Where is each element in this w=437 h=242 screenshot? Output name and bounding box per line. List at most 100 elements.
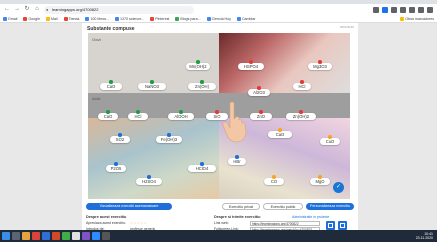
forward-icon[interactable]: → bbox=[14, 4, 20, 15]
formula-card[interactable]: HCl bbox=[293, 80, 311, 90]
other-bookmarks[interactable]: Otros marcadores bbox=[400, 16, 434, 21]
google-icon bbox=[23, 16, 28, 21]
formula-card[interactable]: Zn(OH) bbox=[188, 80, 216, 90]
formula-card[interactable]: CuO bbox=[320, 135, 340, 145]
zone-label: Oxizi bbox=[92, 37, 101, 42]
search-icon[interactable] bbox=[12, 232, 20, 240]
bookmark[interactable]: 1370 science... bbox=[115, 16, 144, 21]
pin-icon bbox=[150, 80, 154, 84]
bookmark[interactable]: 100 libros... bbox=[85, 16, 109, 21]
start-icon[interactable] bbox=[2, 232, 10, 240]
public-exercise-button[interactable]: Exercitiu public bbox=[263, 203, 303, 210]
formula-card[interactable]: P2O5 bbox=[106, 162, 126, 172]
formula-card[interactable]: Mn(OH)2 bbox=[186, 60, 210, 70]
bookmark[interactable]: Tienda bbox=[63, 16, 79, 21]
powerpoint-icon[interactable] bbox=[52, 232, 60, 240]
formula-label: Zn(OH)2 bbox=[292, 114, 310, 119]
menu-icon[interactable] bbox=[427, 6, 433, 13]
app-icon[interactable] bbox=[32, 232, 40, 240]
star-icon[interactable] bbox=[373, 6, 379, 13]
web-link-field[interactable]: https://learningapps.org/4700822 bbox=[250, 221, 320, 226]
formula-card[interactable]: CO bbox=[264, 175, 284, 185]
excel-icon[interactable] bbox=[62, 232, 70, 240]
word-icon[interactable] bbox=[42, 232, 50, 240]
formula-card[interactable]: AlOOH bbox=[168, 110, 194, 120]
formula-card[interactable]: HBr bbox=[228, 155, 246, 165]
formula-card[interactable]: HClO4 bbox=[188, 162, 216, 172]
app-icon[interactable] bbox=[82, 232, 90, 240]
pin-icon bbox=[249, 60, 253, 64]
bookmark[interactable]: Ciencia Hoy bbox=[206, 16, 231, 21]
bookmarks-bar: Gmail Google Mail Tienda 100 libros... 1… bbox=[0, 15, 437, 23]
formula-card[interactable]: NaNO3 bbox=[138, 80, 166, 90]
extension-icon[interactable] bbox=[382, 6, 388, 13]
clock[interactable]: 10:41 23.11.2020 bbox=[416, 232, 437, 240]
formula-card[interactable]: Fe(OH)3 bbox=[156, 133, 182, 143]
project-link[interactable]: Administratie in proiecte bbox=[292, 215, 329, 220]
qr-code-icon[interactable] bbox=[338, 221, 347, 230]
pin-icon bbox=[179, 110, 183, 114]
extension-icon[interactable] bbox=[409, 6, 415, 13]
exercise-id: 4000 8130 bbox=[339, 25, 354, 29]
zoom-icon[interactable] bbox=[92, 232, 100, 240]
formula-card[interactable]: CaO bbox=[100, 80, 122, 90]
app-icon[interactable] bbox=[102, 232, 110, 240]
formula-label: Mn(OH)2 bbox=[189, 64, 207, 69]
formula-label: SO2 bbox=[115, 137, 125, 142]
check-answers-button[interactable]: ✓ bbox=[333, 182, 344, 193]
formula-card[interactable]: HSPO4 bbox=[238, 60, 264, 70]
address-bar-row: ← → ↻ ⌂ ● learningapps.org/4700822 bbox=[0, 4, 437, 15]
private-exercise-button[interactable]: Exercitiu privat bbox=[222, 203, 260, 210]
pin-icon bbox=[118, 133, 122, 137]
formula-label: SiO bbox=[213, 114, 221, 119]
qr-code-icon[interactable] bbox=[326, 221, 335, 230]
formula-label: Al2O3 bbox=[253, 90, 265, 95]
formula-card[interactable]: CaO bbox=[98, 110, 118, 120]
similar-exercises-button[interactable]: Vizualizeaza exercitii asemanatoare bbox=[86, 203, 172, 210]
bookmark[interactable]: Gmail bbox=[3, 16, 17, 21]
home-icon[interactable]: ⌂ bbox=[34, 4, 40, 15]
app-panel: Substante compuse 4000 8130 Oxizi Acizi … bbox=[82, 23, 358, 242]
share-label: Link web: bbox=[214, 221, 229, 225]
formula-label: MgO bbox=[315, 179, 325, 184]
formula-card[interactable]: Zn(OH)2 bbox=[286, 110, 316, 120]
back-icon[interactable]: ← bbox=[4, 4, 10, 15]
formula-card[interactable]: Al2O3 bbox=[248, 86, 270, 96]
bookmark-icon bbox=[206, 16, 211, 21]
formula-card[interactable]: Mg3O3 bbox=[308, 60, 332, 70]
pin-icon bbox=[200, 162, 204, 166]
pin-icon bbox=[257, 86, 261, 90]
mail-icon bbox=[45, 16, 50, 21]
formula-label: CaO bbox=[106, 84, 116, 89]
pin-icon bbox=[318, 60, 322, 64]
pin-icon bbox=[278, 128, 282, 132]
formula-label: HBr bbox=[233, 159, 241, 164]
pin-icon bbox=[196, 60, 200, 64]
formula-card[interactable]: ZnO bbox=[250, 110, 272, 120]
extension-icons bbox=[373, 6, 433, 13]
pin-icon bbox=[114, 162, 118, 166]
pin-icon bbox=[136, 110, 140, 114]
clock-date: 23.11.2020 bbox=[415, 236, 433, 240]
bookmark[interactable]: Cambiar bbox=[236, 16, 256, 21]
extension-icon[interactable] bbox=[400, 6, 406, 13]
zone-salts[interactable] bbox=[88, 118, 219, 199]
extension-icon[interactable] bbox=[391, 6, 397, 13]
formula-card[interactable]: MgO bbox=[310, 175, 330, 185]
folder-icon[interactable] bbox=[22, 232, 30, 240]
rating-stars-icon[interactable]: ☆☆☆☆☆ bbox=[130, 221, 147, 226]
reload-icon[interactable]: ↻ bbox=[24, 4, 30, 15]
create-exercise-button[interactable]: Personalizeaza exercitiu bbox=[306, 203, 354, 210]
store-icon bbox=[63, 16, 68, 21]
bookmark[interactable]: Google bbox=[23, 16, 40, 21]
bookmark[interactable]: Pinterest bbox=[150, 16, 169, 21]
url-field[interactable]: ● learningapps.org/4700822 bbox=[44, 5, 194, 14]
formula-card[interactable]: CaO bbox=[268, 128, 292, 138]
formula-card[interactable]: H2SO4 bbox=[136, 175, 162, 185]
profile-icon[interactable] bbox=[418, 6, 424, 13]
formula-card[interactable]: HCl bbox=[128, 110, 148, 120]
bookmark[interactable]: Blogs para... bbox=[175, 16, 201, 21]
chrome-icon[interactable] bbox=[72, 232, 80, 240]
formula-card[interactable]: SO2 bbox=[110, 133, 130, 143]
bookmark[interactable]: Mail bbox=[45, 16, 58, 21]
